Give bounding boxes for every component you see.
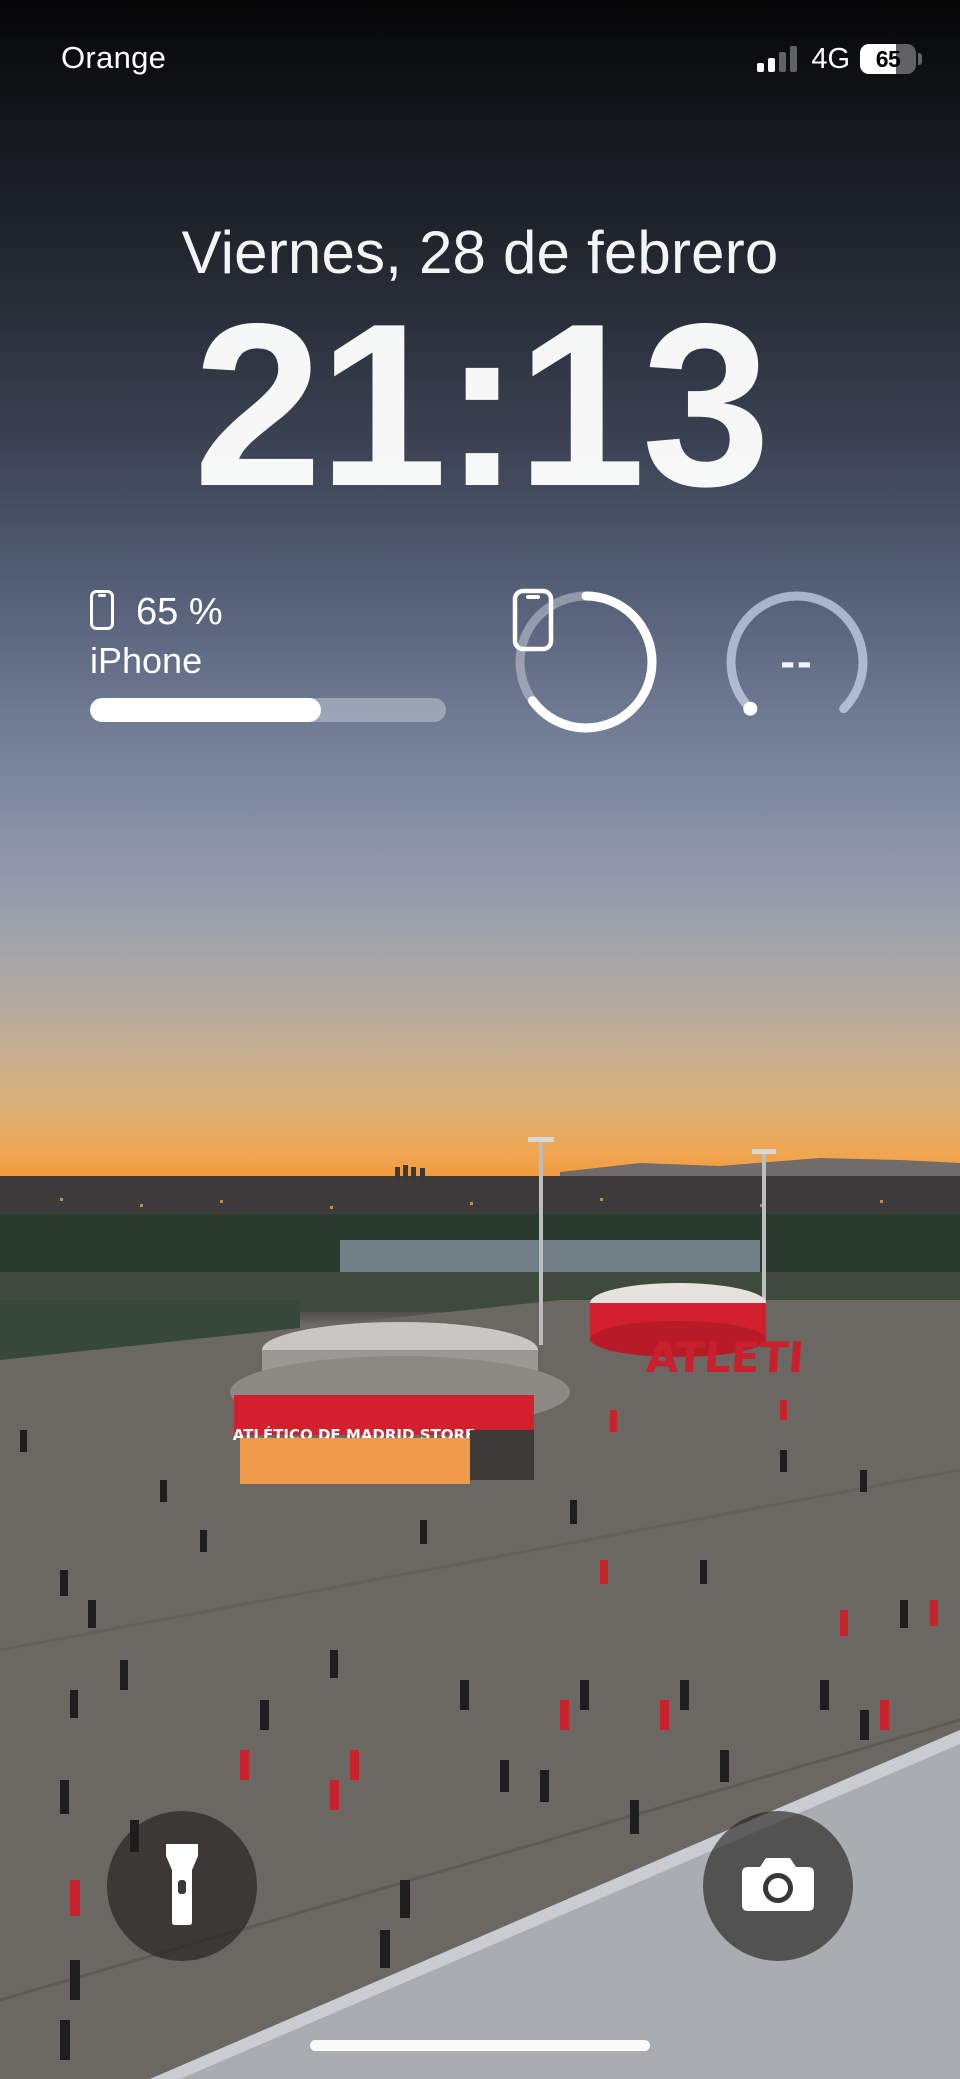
status-indicators: 4G 65	[757, 42, 922, 76]
battery-widget-bar-fill	[90, 698, 322, 722]
battery-widget-bar	[90, 698, 446, 722]
battery-widget-percent: 65 %	[136, 590, 223, 633]
home-indicator[interactable]	[310, 2040, 650, 2051]
accessory-battery-value: --	[780, 637, 814, 686]
carrier-name: Orange	[61, 40, 167, 75]
camera-icon	[740, 1855, 816, 1918]
battery-icon: 65	[860, 44, 916, 74]
atleti-letters: ATLETI	[645, 1333, 806, 1382]
battery-cap	[918, 53, 922, 65]
accessory-battery-ring-widget[interactable]: --	[723, 588, 871, 736]
cellular-signal-icon	[757, 46, 798, 72]
iphone-icon	[512, 588, 660, 736]
flashlight-icon	[164, 1842, 200, 1931]
battery-widget-device: iPhone	[90, 640, 203, 681]
battery-widget[interactable]: 65 % iPhone	[90, 589, 446, 730]
status-bar: Orange 4G 65	[0, 0, 960, 120]
network-type: 4G	[811, 42, 850, 75]
lock-time: 21:13	[193, 276, 770, 535]
lock-screen: ATLETI ATLÉTICO DE MADRID STORE Orange 4…	[0, 0, 960, 2079]
camera-button[interactable]	[703, 1811, 853, 1961]
flashlight-button[interactable]	[107, 1811, 257, 1961]
battery-percent: 65	[875, 45, 901, 72]
iphone-icon	[90, 589, 114, 635]
phone-battery-ring-widget[interactable]	[512, 588, 660, 736]
